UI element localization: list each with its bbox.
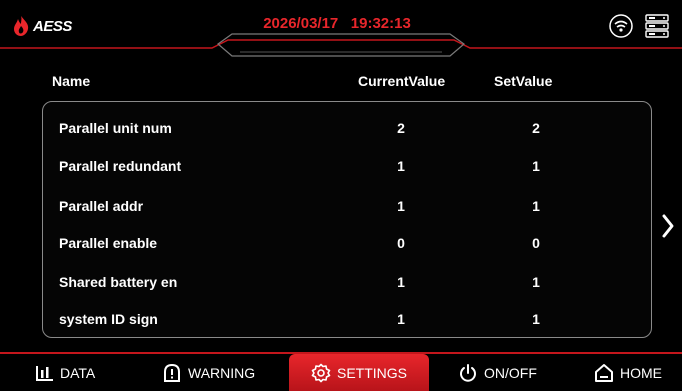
row-label: Parallel unit num	[59, 120, 172, 136]
nav-data-label: DATA	[60, 364, 96, 381]
power-icon	[460, 363, 476, 382]
bar-chart-icon	[36, 365, 53, 381]
nav-data-button[interactable]: DATA	[36, 354, 95, 391]
table-row[interactable]: Parallel redundant 1 1	[43, 155, 651, 179]
nav-onoff-label: ON/OFF	[484, 364, 537, 381]
set-value[interactable]: 1	[528, 198, 544, 214]
row-label: Parallel addr	[59, 198, 144, 214]
nav-home-button[interactable]: HOME	[594, 354, 662, 391]
set-value[interactable]: 2	[528, 120, 544, 136]
datetime-display: 2026/03/17 19:32:13	[263, 15, 411, 32]
header-bar: AESS 2026/03/17 19:32:13	[0, 0, 682, 58]
gear-icon	[311, 363, 331, 382]
column-header-set-value: SetValue	[494, 73, 553, 89]
current-value: 0	[397, 235, 405, 251]
row-label: Parallel enable	[59, 235, 158, 251]
current-value: 1	[397, 274, 405, 290]
set-value[interactable]: 0	[528, 235, 544, 251]
row-label: Parallel redundant	[59, 158, 182, 174]
set-value[interactable]: 1	[528, 274, 544, 290]
bottom-navigation: DATA WARNING SETTINGS ON/OFF HOME	[0, 352, 682, 391]
set-value[interactable]: 1	[528, 158, 544, 174]
chevron-right-icon[interactable]	[660, 213, 676, 239]
table-row[interactable]: Parallel addr 1 1	[43, 195, 651, 219]
row-label: system ID sign	[59, 311, 158, 327]
row-label: Shared battery en	[59, 274, 178, 290]
nav-onoff-button[interactable]: ON/OFF	[458, 354, 537, 391]
home-icon	[595, 363, 613, 382]
table-row[interactable]: Shared battery en 1 1	[43, 271, 651, 295]
current-value: 1	[397, 158, 405, 174]
table-row[interactable]: system ID sign 1 1	[43, 308, 651, 332]
current-value: 1	[397, 198, 405, 214]
nav-warning-label: WARNING	[188, 364, 256, 381]
nav-settings-label: SETTINGS	[336, 364, 407, 381]
nav-home-label: HOME	[620, 364, 662, 381]
set-value[interactable]: 1	[528, 311, 544, 327]
table-row[interactable]: Parallel enable 0 0	[43, 232, 651, 256]
current-value: 1	[397, 311, 405, 327]
column-header-current-value: CurrentValue	[358, 73, 446, 89]
wifi-icon[interactable]	[609, 14, 633, 38]
warning-icon	[164, 363, 180, 382]
current-value: 2	[397, 120, 405, 136]
parameter-table: Parallel unit num 2 2 Parallel redundant…	[42, 101, 652, 338]
table-row[interactable]: Parallel unit num 2 2	[43, 117, 651, 141]
nav-warning-button[interactable]: WARNING	[162, 354, 255, 391]
nav-settings-button[interactable]: SETTINGS	[289, 354, 429, 391]
server-icon[interactable]	[644, 13, 670, 39]
column-header-name: Name	[52, 73, 91, 89]
